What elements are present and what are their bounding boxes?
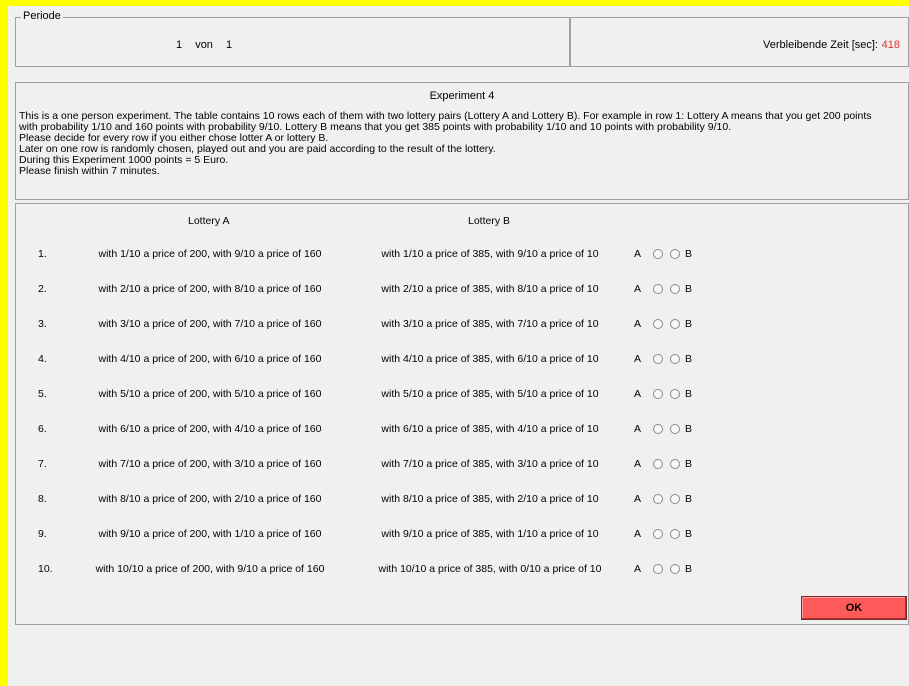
row-number: 1. [38,248,47,260]
option-b-label: B [685,318,693,330]
radio-option-a[interactable] [653,389,663,399]
radio-option-a[interactable] [653,529,663,539]
option-b-label: B [685,458,693,470]
lottery-a-text: with 1/10 a price of 200, with 9/10 a pr… [98,248,322,260]
row-number: 5. [38,388,47,400]
table-row: 9. with 9/10 a price of 200, with 1/10 a … [16,528,909,544]
radio-option-a[interactable] [653,459,663,469]
radio-option-a[interactable] [653,284,663,294]
lottery-a-text: with 10/10 a price of 200, with 9/10 a p… [95,563,325,575]
periode-separator: von [195,39,213,51]
option-a-label: A [634,388,642,400]
radio-option-b[interactable] [670,529,680,539]
lottery-b-text: with 7/10 a price of 385, with 3/10 a pr… [381,458,599,470]
periode-total: 1 [226,39,233,51]
table-row: 4. with 4/10 a price of 200, with 6/10 a … [16,353,909,369]
lottery-b-text: with 2/10 a price of 385, with 8/10 a pr… [381,283,599,295]
timer-value: 418 [881,39,900,51]
lottery-a-text: with 7/10 a price of 200, with 3/10 a pr… [98,458,322,470]
option-b-label: B [685,493,693,505]
radio-option-b[interactable] [670,424,680,434]
option-b-label: B [685,563,693,575]
option-a-label: A [634,563,642,575]
lottery-a-text: with 2/10 a price of 200, with 8/10 a pr… [98,283,322,295]
option-a-label: A [634,248,642,260]
radio-option-b[interactable] [670,389,680,399]
radio-option-a[interactable] [653,564,663,574]
radio-option-a[interactable] [653,319,663,329]
option-b-label: B [685,388,693,400]
radio-option-a[interactable] [653,424,663,434]
timer-panel: Verbleibende Zeit [sec]: 418 [569,17,909,67]
lottery-a-text: with 8/10 a price of 200, with 2/10 a pr… [98,493,322,505]
radio-option-b[interactable] [670,354,680,364]
radio-option-a[interactable] [653,494,663,504]
periode-current: 1 [176,39,183,51]
option-b-label: B [685,248,693,260]
option-b-label: B [685,283,693,295]
option-a-label: A [634,283,642,295]
lottery-a-text: with 6/10 a price of 200, with 4/10 a pr… [98,423,322,435]
lottery-b-text: with 9/10 a price of 385, with 1/10 a pr… [381,528,599,540]
row-number: 4. [38,353,47,365]
row-number: 9. [38,528,47,540]
periode-values: 1 von 1 [176,39,242,51]
lottery-a-text: with 3/10 a price of 200, with 7/10 a pr… [98,318,322,330]
option-b-label: B [685,528,693,540]
row-number: 3. [38,318,47,330]
table-row: 7. with 7/10 a price of 200, with 3/10 a … [16,458,909,474]
periode-legend: Periode [21,10,63,22]
lottery-a-text: with 4/10 a price of 200, with 6/10 a pr… [98,353,322,365]
option-a-label: A [634,458,642,470]
lottery-b-text: with 3/10 a price of 385, with 7/10 a pr… [381,318,599,330]
lottery-b-text: with 1/10 a price of 385, with 9/10 a pr… [381,248,599,260]
instructions-text: This is a one person experiment. The tab… [19,111,907,177]
radio-option-b[interactable] [670,249,680,259]
row-number: 6. [38,423,47,435]
table-row: 2. with 2/10 a price of 200, with 8/10 a … [16,283,909,299]
option-a-label: A [634,493,642,505]
option-a-label: A [634,423,642,435]
table-row: 10. with 10/10 a price of 200, with 9/10 … [16,563,909,579]
lottery-b-text: with 10/10 a price of 385, with 0/10 a p… [378,563,602,575]
radio-option-b[interactable] [670,459,680,469]
experiment-window: Periode 1 von 1 Verbleibende Zeit [sec]:… [8,6,909,686]
ok-button[interactable]: OK [801,596,907,620]
lottery-b-text: with 5/10 a price of 385, with 5/10 a pr… [381,388,599,400]
timer-label: Verbleibende Zeit [sec]: [763,39,878,51]
option-a-label: A [634,353,642,365]
lottery-b-text: with 4/10 a price of 385, with 6/10 a pr… [381,353,599,365]
table-row: 5. with 5/10 a price of 200, with 5/10 a … [16,388,909,404]
option-b-label: B [685,423,693,435]
lottery-a-text: with 9/10 a price of 200, with 1/10 a pr… [98,528,322,540]
lottery-table: Lottery A Lottery B 1. with 1/10 a price … [15,203,909,625]
radio-option-a[interactable] [653,354,663,364]
lottery-b-text: with 8/10 a price of 385, with 2/10 a pr… [381,493,599,505]
radio-option-b[interactable] [670,319,680,329]
radio-option-a[interactable] [653,249,663,259]
table-row: 6. with 6/10 a price of 200, with 4/10 a … [16,423,909,439]
option-a-label: A [634,318,642,330]
instructions-line: Please finish within 7 minutes. [19,165,160,177]
header-lottery-a: Lottery A [188,215,230,227]
radio-option-b[interactable] [670,564,680,574]
option-b-label: B [685,353,693,365]
row-number: 2. [38,283,47,295]
table-row: 3. with 3/10 a price of 200, with 7/10 a … [16,318,909,334]
instructions-panel: Experiment 4 This is a one person experi… [15,82,909,200]
row-number: 10. [38,563,53,575]
row-number: 7. [38,458,47,470]
radio-option-b[interactable] [670,494,680,504]
radio-option-b[interactable] [670,284,680,294]
table-row: 1. with 1/10 a price of 200, with 9/10 a … [16,248,909,264]
option-a-label: A [634,528,642,540]
instructions-title: Experiment 4 [429,90,495,102]
table-row: 8. with 8/10 a price of 200, with 2/10 a … [16,493,909,509]
row-number: 8. [38,493,47,505]
lottery-b-text: with 6/10 a price of 385, with 4/10 a pr… [381,423,599,435]
header-lottery-b: Lottery B [468,215,511,227]
lottery-a-text: with 5/10 a price of 200, with 5/10 a pr… [98,388,322,400]
periode-panel: Periode 1 von 1 [15,10,571,67]
